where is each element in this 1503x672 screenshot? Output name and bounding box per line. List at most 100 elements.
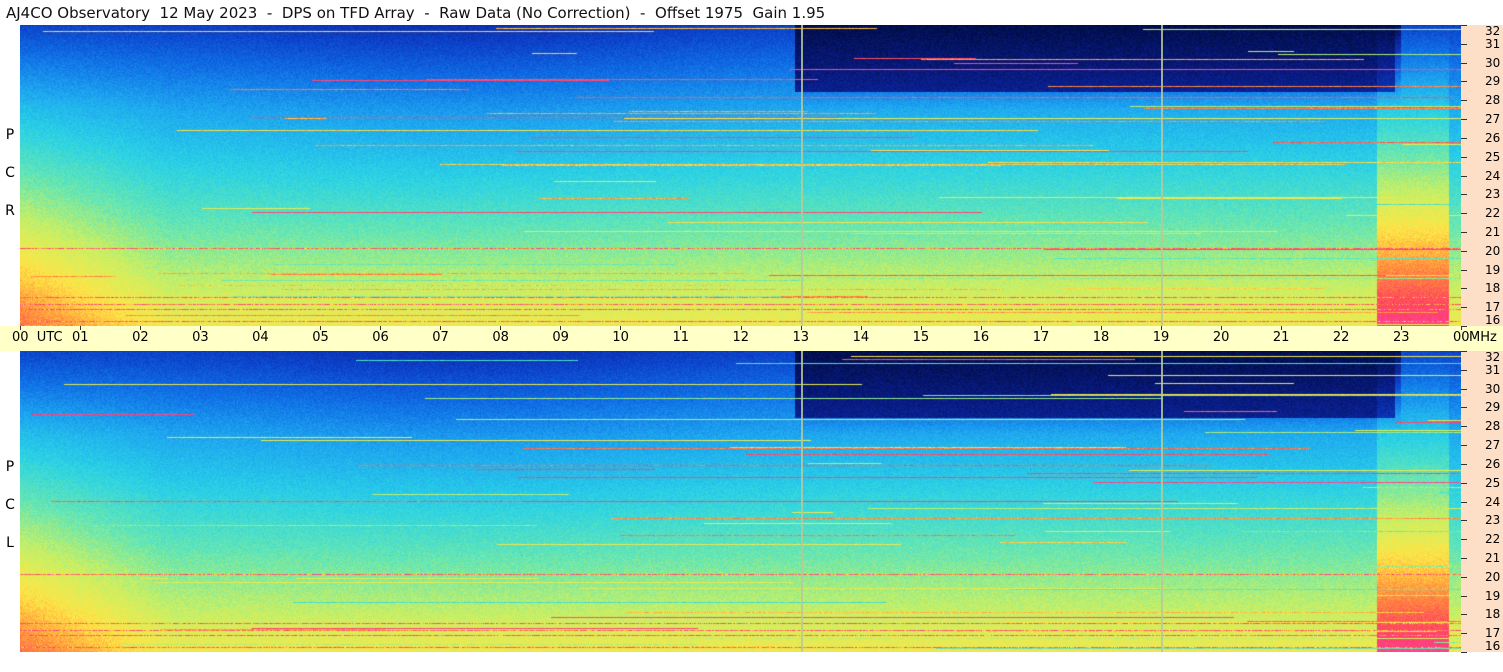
lcp-letter-2: C: [5, 497, 15, 513]
utc-tick: [680, 326, 681, 330]
rcp-mhz-tick: [1461, 326, 1467, 327]
utc-tick: [560, 326, 561, 330]
utc-marker-line: [801, 25, 803, 326]
lcp-letter-3: L: [6, 535, 14, 551]
utc-tick-label: 20: [1212, 330, 1230, 345]
utc-tick: [620, 326, 621, 330]
utc-tick: [1041, 326, 1042, 330]
lcp-mhz-tick: [1461, 445, 1467, 446]
rcp-mhz-tick-label: 20: [1485, 244, 1501, 258]
rcp-mhz-tick-label: 18: [1485, 281, 1501, 295]
lcp-mhz-tick-label: 21: [1485, 551, 1501, 565]
lcp-mhz-tick: [1461, 558, 1467, 559]
utc-tick-label: 09: [552, 330, 569, 345]
rcp-mhz-tick: [1461, 176, 1467, 177]
lcp-mhz-tick-label: 26: [1485, 457, 1501, 471]
utc-tick-label: 00: [1453, 330, 1470, 345]
rcp-mhz-tick: [1461, 157, 1467, 158]
utc-tick-label: 22: [1332, 330, 1350, 345]
utc-tick: [200, 326, 201, 330]
lcp-mhz-tick-label: 18: [1485, 607, 1501, 621]
utc-tick-label: 12: [732, 330, 750, 345]
rcp-mhz-tick-label: 32: [1485, 24, 1501, 38]
utc-tick-label: 05: [312, 330, 329, 345]
utc-tick-label: 11: [672, 330, 689, 345]
utc-tick-label: 07: [432, 330, 449, 345]
rcp-mhz-tick-label: 24: [1485, 169, 1501, 183]
lcp-letter-1: P: [5, 459, 15, 475]
utc-tick-label: 14: [852, 330, 870, 345]
mhz-unit-label: MHz: [1469, 330, 1497, 345]
rcp-mhz-tick: [1461, 232, 1467, 233]
lcp-mhz-tick-label: 17: [1485, 626, 1501, 640]
utc-tick-label: 21: [1272, 330, 1290, 345]
rcp-mhz-tick-label: 22: [1485, 206, 1501, 220]
utc-tick: [80, 326, 81, 330]
utc-tick-label: 17: [1032, 330, 1050, 345]
rcp-mhz-tick: [1461, 100, 1467, 101]
lcp-mhz-tick-label: 16: [1485, 639, 1501, 653]
utc-tick: [1161, 326, 1162, 330]
lcp-mhz-tick: [1461, 370, 1467, 371]
lcp-mhz-tick-label: 23: [1485, 513, 1501, 527]
utc-tick: [260, 326, 261, 330]
utc-tick-label: 19: [1152, 330, 1170, 345]
rcp-mhz-tick-label: 21: [1485, 225, 1501, 239]
rcp-mhz-tick-label: 29: [1485, 74, 1501, 88]
rcp-mhz-tick-label: 30: [1485, 56, 1501, 70]
rcp-mhz-tick-label: 26: [1485, 131, 1501, 145]
rcp-mhz-tick: [1461, 119, 1467, 120]
utc-tick: [1221, 326, 1222, 330]
lcp-mhz-tick-label: 28: [1485, 419, 1501, 433]
utc-tick-label: 06: [372, 330, 389, 345]
lcp-heatmap-canvas: [20, 351, 1461, 652]
lcp-mhz-tick-label: 22: [1485, 532, 1501, 546]
lcp-spectrogram: [20, 351, 1461, 652]
rcp-mhz-tick: [1461, 44, 1467, 45]
utc-tick-label: 08: [492, 330, 509, 345]
lcp-mhz-tick-label: 24: [1485, 495, 1501, 509]
lcp-label: P C L: [2, 351, 18, 652]
utc-tick: [981, 326, 982, 330]
rcp-mhz-tick-label: 31: [1485, 37, 1501, 51]
utc-tick-label: 02: [132, 330, 149, 345]
utc-tick-label: 13: [792, 330, 810, 345]
utc-tick-label: 18: [1092, 330, 1110, 345]
lcp-mhz-tick: [1461, 614, 1467, 615]
utc-tick: [1281, 326, 1282, 330]
rcp-heatmap-canvas: [20, 25, 1461, 326]
rcp-mhz-tick: [1461, 213, 1467, 214]
utc-tick: [380, 326, 381, 330]
utc-tick: [1101, 326, 1102, 330]
rcp-mhz-tick-label: 23: [1485, 187, 1501, 201]
rcp-mhz-tick-label: 19: [1485, 263, 1501, 277]
utc-tick: [921, 326, 922, 330]
utc-marker-line: [801, 351, 803, 652]
utc-tick: [440, 326, 441, 330]
utc-tick: [1341, 326, 1342, 330]
utc-tick: [500, 326, 501, 330]
lcp-mhz-tick: [1461, 520, 1467, 521]
rcp-mhz-tick: [1461, 25, 1467, 26]
rcp-mhz-tick-label: 28: [1485, 93, 1501, 107]
lcp-mhz-tick: [1461, 502, 1467, 503]
lcp-mhz-tick: [1461, 652, 1467, 653]
utc-tick-label: 15: [912, 330, 930, 345]
rcp-mhz-tick: [1461, 63, 1467, 64]
rcp-letter-3: R: [5, 203, 15, 219]
rcp-mhz-tick: [1461, 270, 1467, 271]
rcp-label: P C R: [2, 25, 18, 326]
utc-tick-label: 00 UTC: [12, 330, 63, 345]
rcp-mhz-tick: [1461, 194, 1467, 195]
lcp-mhz-tick-label: 31: [1485, 363, 1501, 377]
utc-tick-label: 23: [1392, 330, 1410, 345]
lcp-mhz-tick-label: 20: [1485, 570, 1501, 584]
utc-tick: [140, 326, 141, 330]
lcp-mhz-tick: [1461, 426, 1467, 427]
lcp-mhz-tick: [1461, 483, 1467, 484]
rcp-mhz-tick: [1461, 307, 1467, 308]
rcp-mhz-tick-label: 25: [1485, 150, 1501, 164]
lcp-mhz-tick: [1461, 407, 1467, 408]
rcp-mhz-tick: [1461, 138, 1467, 139]
lcp-mhz-tick: [1461, 389, 1467, 390]
